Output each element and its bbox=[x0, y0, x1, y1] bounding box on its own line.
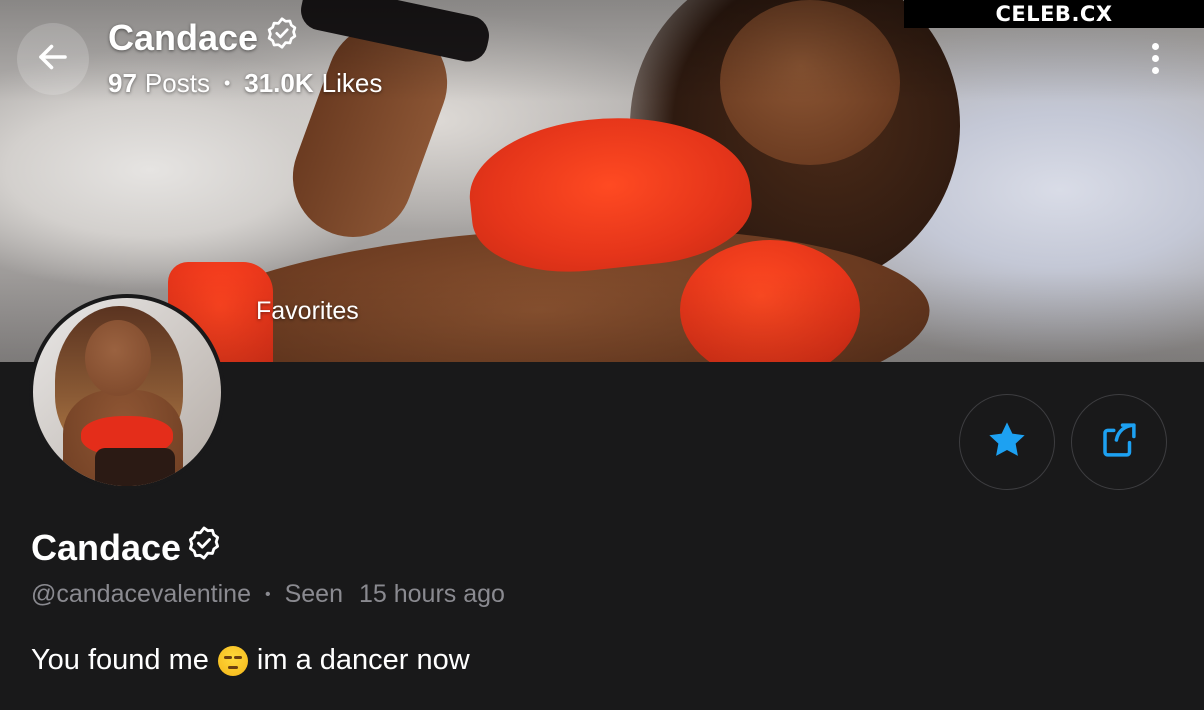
posts-count: 97 bbox=[108, 68, 137, 98]
share-button[interactable] bbox=[1071, 394, 1167, 490]
posts-label: Posts bbox=[144, 68, 210, 98]
more-vertical-icon bbox=[1151, 42, 1159, 50]
verified-badge-icon bbox=[264, 15, 300, 60]
header-name: Candace bbox=[108, 16, 259, 58]
watermark: CELEB.CX bbox=[904, 0, 1204, 28]
avatar[interactable] bbox=[29, 294, 225, 490]
arrow-left-icon bbox=[35, 39, 71, 80]
star-icon bbox=[984, 417, 1030, 468]
profile-handle: @candacevalentine bbox=[31, 580, 251, 608]
favorite-button[interactable] bbox=[959, 394, 1055, 490]
profile-bio: You found me im a dancer now bbox=[31, 644, 470, 677]
likes-count: 31.0K bbox=[244, 68, 314, 98]
unamused-face-emoji-icon bbox=[217, 645, 248, 676]
profile-name: Candace bbox=[31, 524, 223, 571]
avatar-image bbox=[33, 298, 221, 486]
header-title: Candace bbox=[108, 15, 300, 60]
more-options-button[interactable] bbox=[1140, 36, 1170, 80]
verified-badge-icon bbox=[185, 524, 223, 571]
profile-meta: @candacevalentine • Seen 15 hours ago bbox=[31, 580, 505, 609]
header-stats: 97 Posts • 31.0K Likes bbox=[108, 68, 382, 99]
favorites-label: Favorites bbox=[256, 297, 359, 325]
separator-dot: • bbox=[223, 73, 231, 93]
likes-label: Likes bbox=[321, 68, 383, 98]
bio-text-end: im a dancer now bbox=[256, 644, 470, 676]
bio-text-start: You found me bbox=[31, 644, 209, 676]
back-button[interactable] bbox=[17, 23, 89, 95]
profile-name-text: Candace bbox=[31, 526, 182, 568]
separator-dot: • bbox=[264, 585, 271, 603]
seen-time: 15 hours ago bbox=[358, 580, 505, 608]
seen-label: Seen bbox=[284, 580, 343, 608]
share-icon bbox=[1098, 419, 1140, 466]
